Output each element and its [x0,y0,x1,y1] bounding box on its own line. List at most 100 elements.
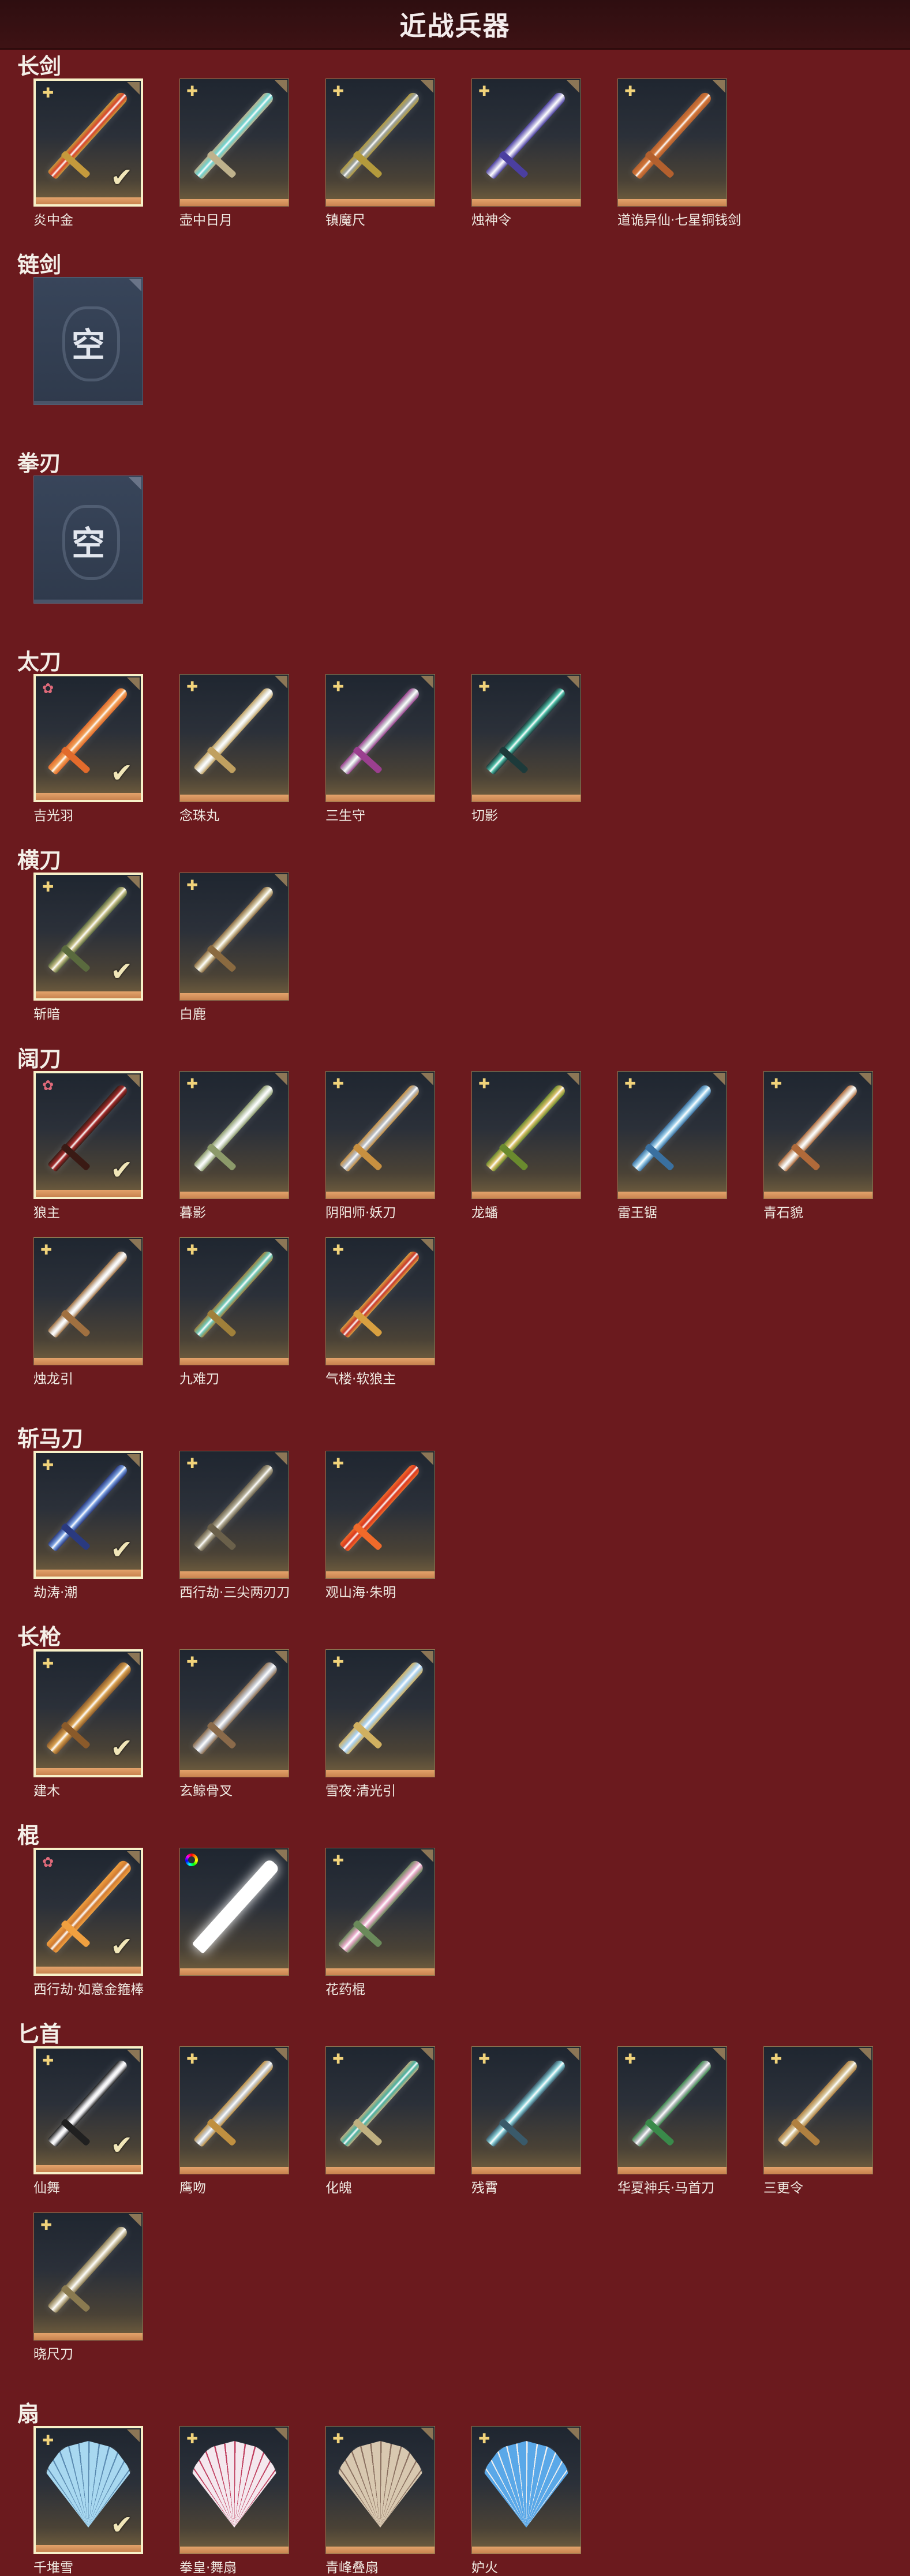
corner-notch-icon [713,1073,725,1085]
weapon-card[interactable]: ✚ 观山海·朱明 [325,1451,435,1600]
weapon-image [191,2441,278,2528]
weapon-catalog: 近战兵器 长剑 ✚ ✔ 炎中金 ✚ 壶中日月 ✚ 镇魔尺 ✚ 烛神令 ✚ 道诡异仙·七星铜钱剑 链剑空拳… [0,0,910,2575]
weapon-card[interactable]: ✚ 暮影 [179,1071,289,1220]
gold-rank-icon: ✚ [478,83,490,99]
weapon-card[interactable]: ✚ ✔ 炎中金 [33,78,143,228]
weapon-card[interactable]: ✚ ✔ 劫涛·潮 [33,1451,143,1600]
weapon-card[interactable]: ✚ 西行劫·三尖两刃刀 [179,1451,290,1600]
weapon-card[interactable]: ✚ 妒火 [471,2426,581,2575]
weapon-tile: ✿ ✔ [33,1071,143,1199]
gold-rank-icon: ✚ [186,83,199,99]
weapon-name: 烛龙引 [33,1372,73,1387]
tile-bottom-bar [472,795,581,802]
tile-bottom-bar [180,1358,289,1365]
weapon-card[interactable]: ✚ 华夏神兵·马首刀 [617,2046,727,2196]
gold-rank-icon: ✚ [332,2051,344,2067]
weapon-card[interactable]: ✚ ✔ 千堆雪 [33,2426,143,2575]
gold-rank-icon: ✚ [478,1076,490,1092]
weapon-card[interactable]: ✚ 玄鲸骨叉 [179,1649,289,1799]
weapon-card[interactable]: ✚ 龙蟠 [471,1071,581,1220]
rainbow-ring-icon [185,1854,198,1866]
weapon-card[interactable]: ✚ 三生守 [325,674,435,823]
weapon-name: 拳皇·舞扇 [179,2560,237,2575]
weapon-card[interactable]: ✚ 雷王锯 [617,1071,727,1220]
weapon-card[interactable]: ✚ 花药棍 [325,1848,435,1997]
weapon-name: 龙蟠 [471,1205,498,1220]
weapon-card[interactable]: ✚ 化魄 [325,2046,435,2196]
corner-notch-icon [275,874,287,887]
weapon-tile: ✚ [471,674,581,802]
tile-bottom-bar [326,1968,435,1975]
gold-rank-icon: ✚ [332,1852,344,1869]
weapon-tile: ✚ [179,873,289,1001]
tile-bottom-bar [36,1768,141,1775]
tile-bottom-bar [326,1192,435,1199]
gold-rank-icon: ✚ [332,1455,344,1472]
weapon-tile: ✚ ✔ [33,1649,143,1777]
weapon-name: 晓尺刀 [33,2347,73,2362]
weapon-name: 劫涛·潮 [33,1585,78,1600]
weapon-card[interactable]: ✚ 青峰叠扇 [325,2426,435,2575]
weapon-image [631,90,713,180]
section-title: 阔刀 [17,1046,62,1072]
weapon-image [193,686,275,776]
checkmark-icon: ✔ [110,757,133,788]
weapon-card[interactable]: ✚ 气楼·软狼主 [325,1237,435,1387]
weapon-card[interactable]: ✚ 九难刀 [179,1237,289,1387]
weapon-card[interactable]: ✿ ✔ 吉光羽 [33,674,143,823]
weapon-card[interactable]: ✿ ✔ 西行劫·如意金箍棒 [33,1848,144,1997]
weapon-image [339,686,421,776]
weapon-card[interactable]: ✚ 鹰吻 [179,2046,289,2196]
weapon-name: 青石貌 [763,1205,803,1220]
tile-bottom-bar [618,2167,726,2174]
weapon-card[interactable]: ✚ 阴阳师·妖刀 [325,1071,435,1220]
weapon-card[interactable]: ✚ 道诡异仙·七星铜钱剑 [617,78,741,228]
weapon-card[interactable]: ✚ 晓尺刀 [33,2212,143,2362]
gold-rank-icon: ✚ [332,83,344,99]
red-flower-rank-icon: ✿ [42,1854,54,1870]
checkmark-icon: ✔ [110,2129,133,2161]
weapon-image [485,686,567,776]
gold-rank-icon: ✚ [186,1242,199,1258]
empty-slot[interactable]: 空 [33,475,143,604]
weapon-name: 化魄 [325,2181,352,2196]
weapon-card[interactable]: ✚ 镇魔尺 [325,78,435,228]
tile-bottom-bar [180,1770,289,1777]
gold-rank-icon: ✚ [332,2431,344,2447]
weapon-tile: ✚ [325,1649,435,1777]
weapon-name: 烛神令 [471,213,511,228]
weapon-card[interactable]: ✚ 白鹿 [179,873,289,1022]
weapon-card[interactable]: ✚ ✔ 仙舞 [33,2046,143,2196]
weapon-card[interactable]: ✚ ✔ 建木 [33,1649,143,1799]
weapon-card[interactable]: ✚ 烛神令 [471,78,581,228]
weapon-name: 吉光羽 [33,808,73,823]
weapon-card[interactable]: ✿ ✔ 狼主 [33,1071,143,1220]
tile-bottom-bar [326,1770,435,1777]
weapon-image [338,1858,425,1954]
weapon-name: 白鹿 [179,1007,206,1022]
weapon-card[interactable]: ✚ ✔ 斩暗 [33,873,143,1022]
weapon-name: 残霄 [471,2181,498,2196]
corner-notch-icon [127,1454,140,1467]
weapon-name: 三生守 [325,808,365,823]
weapon-card[interactable]: ✚ 青石貌 [763,1071,873,1220]
weapon-card[interactable]: ✚ 拳皇·舞扇 [179,2426,289,2575]
corner-notch-icon [713,2048,725,2061]
empty-slot[interactable]: 空 [33,277,143,405]
weapon-card[interactable]: ✚ 切影 [471,674,581,823]
tile-bottom-bar [34,1358,143,1365]
weapon-tile: ✿ ✔ [33,1848,143,1976]
weapon-card[interactable]: ✚ 三更令 [763,2046,873,2196]
weapon-card[interactable]: ✚ 烛龙引 [33,1237,143,1387]
empty-label: 空 [71,325,105,365]
weapon-card[interactable]: ✚ 壶中日月 [179,78,289,228]
weapon-name: 仙舞 [33,2181,60,2196]
weapon-card[interactable]: ✚ 残霄 [471,2046,581,2196]
empty-slot-tile: 空 [33,277,143,405]
weapon-card[interactable] [179,1848,289,1976]
corner-notch-icon [567,676,579,688]
weapon-image [631,2058,713,2148]
weapon-card[interactable]: ✚ 雪夜·清光引 [325,1649,435,1799]
weapon-card[interactable]: ✚ 念珠丸 [179,674,289,823]
weapon-tile: ✚ [325,1071,435,1199]
